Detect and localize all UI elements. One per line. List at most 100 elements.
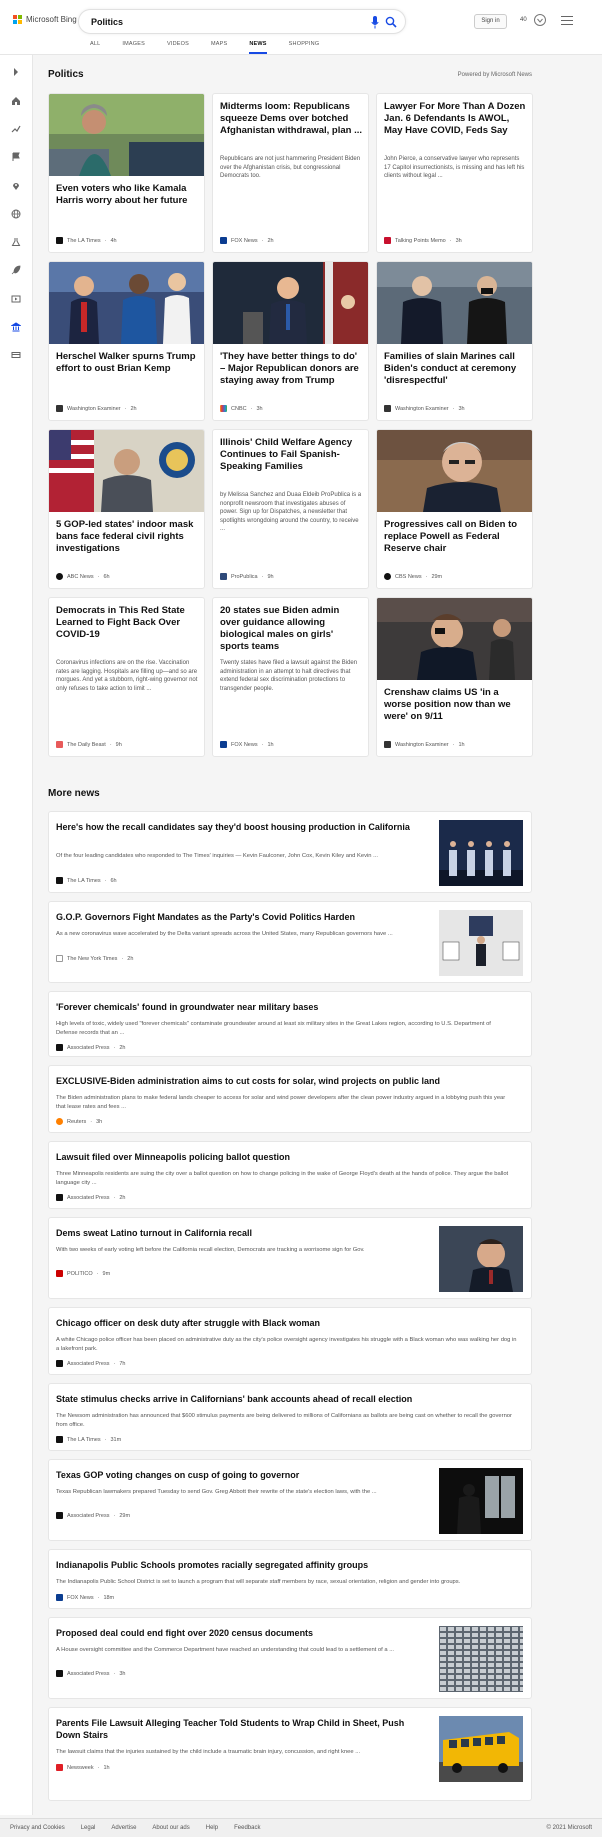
item-snippet: With two weeks of early voting left befo… — [56, 1247, 365, 1253]
news-card[interactable]: 20 states sue Biden admin over guidance … — [212, 597, 369, 757]
news-image[interactable] — [213, 262, 368, 344]
news-card[interactable]: Illinois' Child Welfare Agency Continues… — [212, 429, 369, 589]
separator: · — [121, 955, 124, 962]
news-card[interactable]: Even voters who like Kamala Harris worry… — [48, 93, 205, 253]
news-card[interactable]: Midterms loom: Republicans squeeze Dems … — [212, 93, 369, 253]
item-image[interactable] — [439, 1226, 523, 1292]
tab-shopping[interactable]: SHOPPING — [289, 41, 320, 54]
item-image[interactable] — [439, 1468, 523, 1534]
news-image[interactable] — [377, 598, 532, 680]
trending-icon[interactable] — [11, 124, 21, 134]
bing-logo[interactable]: Microsoft Bing — [13, 15, 77, 24]
item-title[interactable]: Here's how the recall candidates say the… — [56, 821, 416, 833]
item-title[interactable]: Chicago officer on desk duty after strug… — [56, 1317, 320, 1329]
item-title[interactable]: Texas GOP voting changes on cusp of goin… — [56, 1469, 416, 1481]
news-card[interactable]: Crenshaw claims US 'in a worse position … — [376, 597, 533, 757]
news-card[interactable]: Progressives call on Biden to replace Po… — [376, 429, 533, 589]
published-time: 9m — [102, 1270, 111, 1277]
card-title[interactable]: Illinois' Child Welfare Agency Continues… — [220, 437, 362, 473]
news-list-item[interactable]: Parents File Lawsuit Alleging Teacher To… — [48, 1707, 532, 1801]
news-list-item[interactable]: Proposed deal could end fight over 2020 … — [48, 1617, 532, 1699]
item-title[interactable]: Proposed deal could end fight over 2020 … — [56, 1627, 416, 1639]
item-title[interactable]: Dems sweat Latino turnout in California … — [56, 1227, 416, 1239]
microphone-icon[interactable] — [371, 16, 379, 29]
news-card[interactable]: Herschel Walker spurns Trump effort to o… — [48, 261, 205, 421]
news-list-item[interactable]: Chicago officer on desk duty after strug… — [48, 1307, 532, 1375]
news-image[interactable] — [377, 262, 532, 344]
card-title[interactable]: 20 states sue Biden admin over guidance … — [220, 605, 362, 653]
item-title[interactable]: Parents File Lawsuit Alleging Teacher To… — [56, 1717, 416, 1741]
news-image[interactable] — [49, 430, 204, 512]
item-title[interactable]: Lawsuit filed over Minneapolis policing … — [56, 1151, 290, 1163]
rocket-icon[interactable] — [11, 265, 21, 275]
globe-icon[interactable] — [11, 209, 21, 219]
card-title[interactable]: Midterms loom: Republicans squeeze Dems … — [220, 101, 362, 137]
item-title[interactable]: State stimulus checks arrive in Californ… — [56, 1393, 412, 1405]
rewards-icon[interactable] — [533, 13, 547, 27]
sign-in-button[interactable]: Sign in — [474, 14, 507, 29]
hamburger-menu-icon[interactable] — [561, 16, 573, 26]
news-list-item[interactable]: G.O.P. Governors Fight Mandates as the P… — [48, 901, 532, 983]
location-icon[interactable] — [11, 181, 21, 191]
news-list-item[interactable]: 'Forever chemicals' found in groundwater… — [48, 991, 532, 1057]
tab-all[interactable]: ALL — [90, 41, 100, 54]
news-card[interactable]: Lawyer For More Than A Dozen Jan. 6 Defe… — [376, 93, 533, 253]
news-list-item[interactable]: Lawsuit filed over Minneapolis policing … — [48, 1141, 532, 1209]
item-title[interactable]: G.O.P. Governors Fight Mandates as the P… — [56, 911, 416, 923]
tab-maps[interactable]: MAPS — [211, 41, 227, 54]
card-title[interactable]: Lawyer For More Than A Dozen Jan. 6 Defe… — [384, 101, 526, 137]
news-list-item[interactable]: Indianapolis Public Schools promotes rac… — [48, 1549, 532, 1609]
tab-news[interactable]: NEWS — [249, 41, 267, 54]
home-icon[interactable] — [11, 96, 21, 106]
news-list-item[interactable]: Dems sweat Latino turnout in California … — [48, 1217, 532, 1299]
footer-link-legal[interactable]: Legal — [81, 1825, 96, 1831]
news-list-item[interactable]: Texas GOP voting changes on cusp of goin… — [48, 1459, 532, 1541]
card-title[interactable]: 5 GOP-led states' indoor mask bans face … — [56, 519, 198, 555]
item-image[interactable] — [439, 1626, 523, 1692]
news-image[interactable] — [49, 262, 204, 344]
item-image[interactable] — [439, 910, 523, 976]
item-image[interactable] — [439, 820, 523, 886]
news-list-item[interactable]: State stimulus checks arrive in Californ… — [48, 1383, 532, 1451]
source-name: Washington Examiner — [67, 405, 121, 412]
science-icon[interactable] — [11, 237, 21, 247]
footer-link-help[interactable]: Help — [206, 1825, 218, 1831]
footer-link-about-ads[interactable]: About our ads — [152, 1825, 189, 1831]
news-card[interactable]: Families of slain Marines call Biden's c… — [376, 261, 533, 421]
card-title[interactable]: Families of slain Marines call Biden's c… — [384, 351, 526, 387]
news-image[interactable] — [49, 94, 204, 176]
card-title[interactable]: Herschel Walker spurns Trump effort to o… — [56, 351, 198, 375]
card-title[interactable]: Democrats in This Red State Learned to F… — [56, 605, 198, 641]
item-title[interactable]: EXCLUSIVE-Biden administration aims to c… — [56, 1075, 440, 1087]
search-input[interactable]: Politics — [91, 17, 123, 27]
expand-arrow-icon[interactable] — [11, 67, 21, 77]
tab-videos[interactable]: VIDEOS — [167, 41, 189, 54]
footer-link-advertise[interactable]: Advertise — [111, 1825, 136, 1831]
fox-news-logo-icon — [220, 741, 227, 748]
news-image[interactable] — [377, 430, 532, 512]
section-title: Politics — [48, 69, 84, 80]
card-title[interactable]: 'They have better things to do' – Major … — [220, 351, 362, 387]
news-card[interactable]: Democrats in This Red State Learned to F… — [48, 597, 205, 757]
item-image[interactable] — [439, 1716, 523, 1782]
card-title[interactable]: Crenshaw claims US 'in a worse position … — [384, 687, 526, 723]
card-source: The Daily Beast · 9h — [56, 741, 122, 748]
item-title[interactable]: 'Forever chemicals' found in groundwater… — [56, 1001, 318, 1013]
news-list-item[interactable]: Here's how the recall candidates say the… — [48, 811, 532, 893]
search-box[interactable]: Politics — [78, 9, 406, 34]
news-card[interactable]: 'They have better things to do' – Major … — [212, 261, 369, 421]
card-source: CNBC · 3h — [220, 405, 263, 412]
flag-icon[interactable] — [11, 152, 21, 162]
footer-link-privacy[interactable]: Privacy and Cookies — [10, 1825, 65, 1831]
card-title[interactable]: Even voters who like Kamala Harris worry… — [56, 183, 198, 207]
item-title[interactable]: Indianapolis Public Schools promotes rac… — [56, 1559, 368, 1571]
tab-images[interactable]: IMAGES — [122, 41, 145, 54]
politics-icon[interactable] — [11, 322, 21, 332]
money-icon[interactable] — [11, 350, 21, 360]
news-card[interactable]: 5 GOP-led states' indoor mask bans face … — [48, 429, 205, 589]
footer-link-feedback[interactable]: Feedback — [234, 1825, 260, 1831]
card-title[interactable]: Progressives call on Biden to replace Po… — [384, 519, 526, 555]
search-icon[interactable] — [385, 16, 397, 28]
movies-icon[interactable] — [11, 294, 21, 304]
news-list-item[interactable]: EXCLUSIVE-Biden administration aims to c… — [48, 1065, 532, 1133]
